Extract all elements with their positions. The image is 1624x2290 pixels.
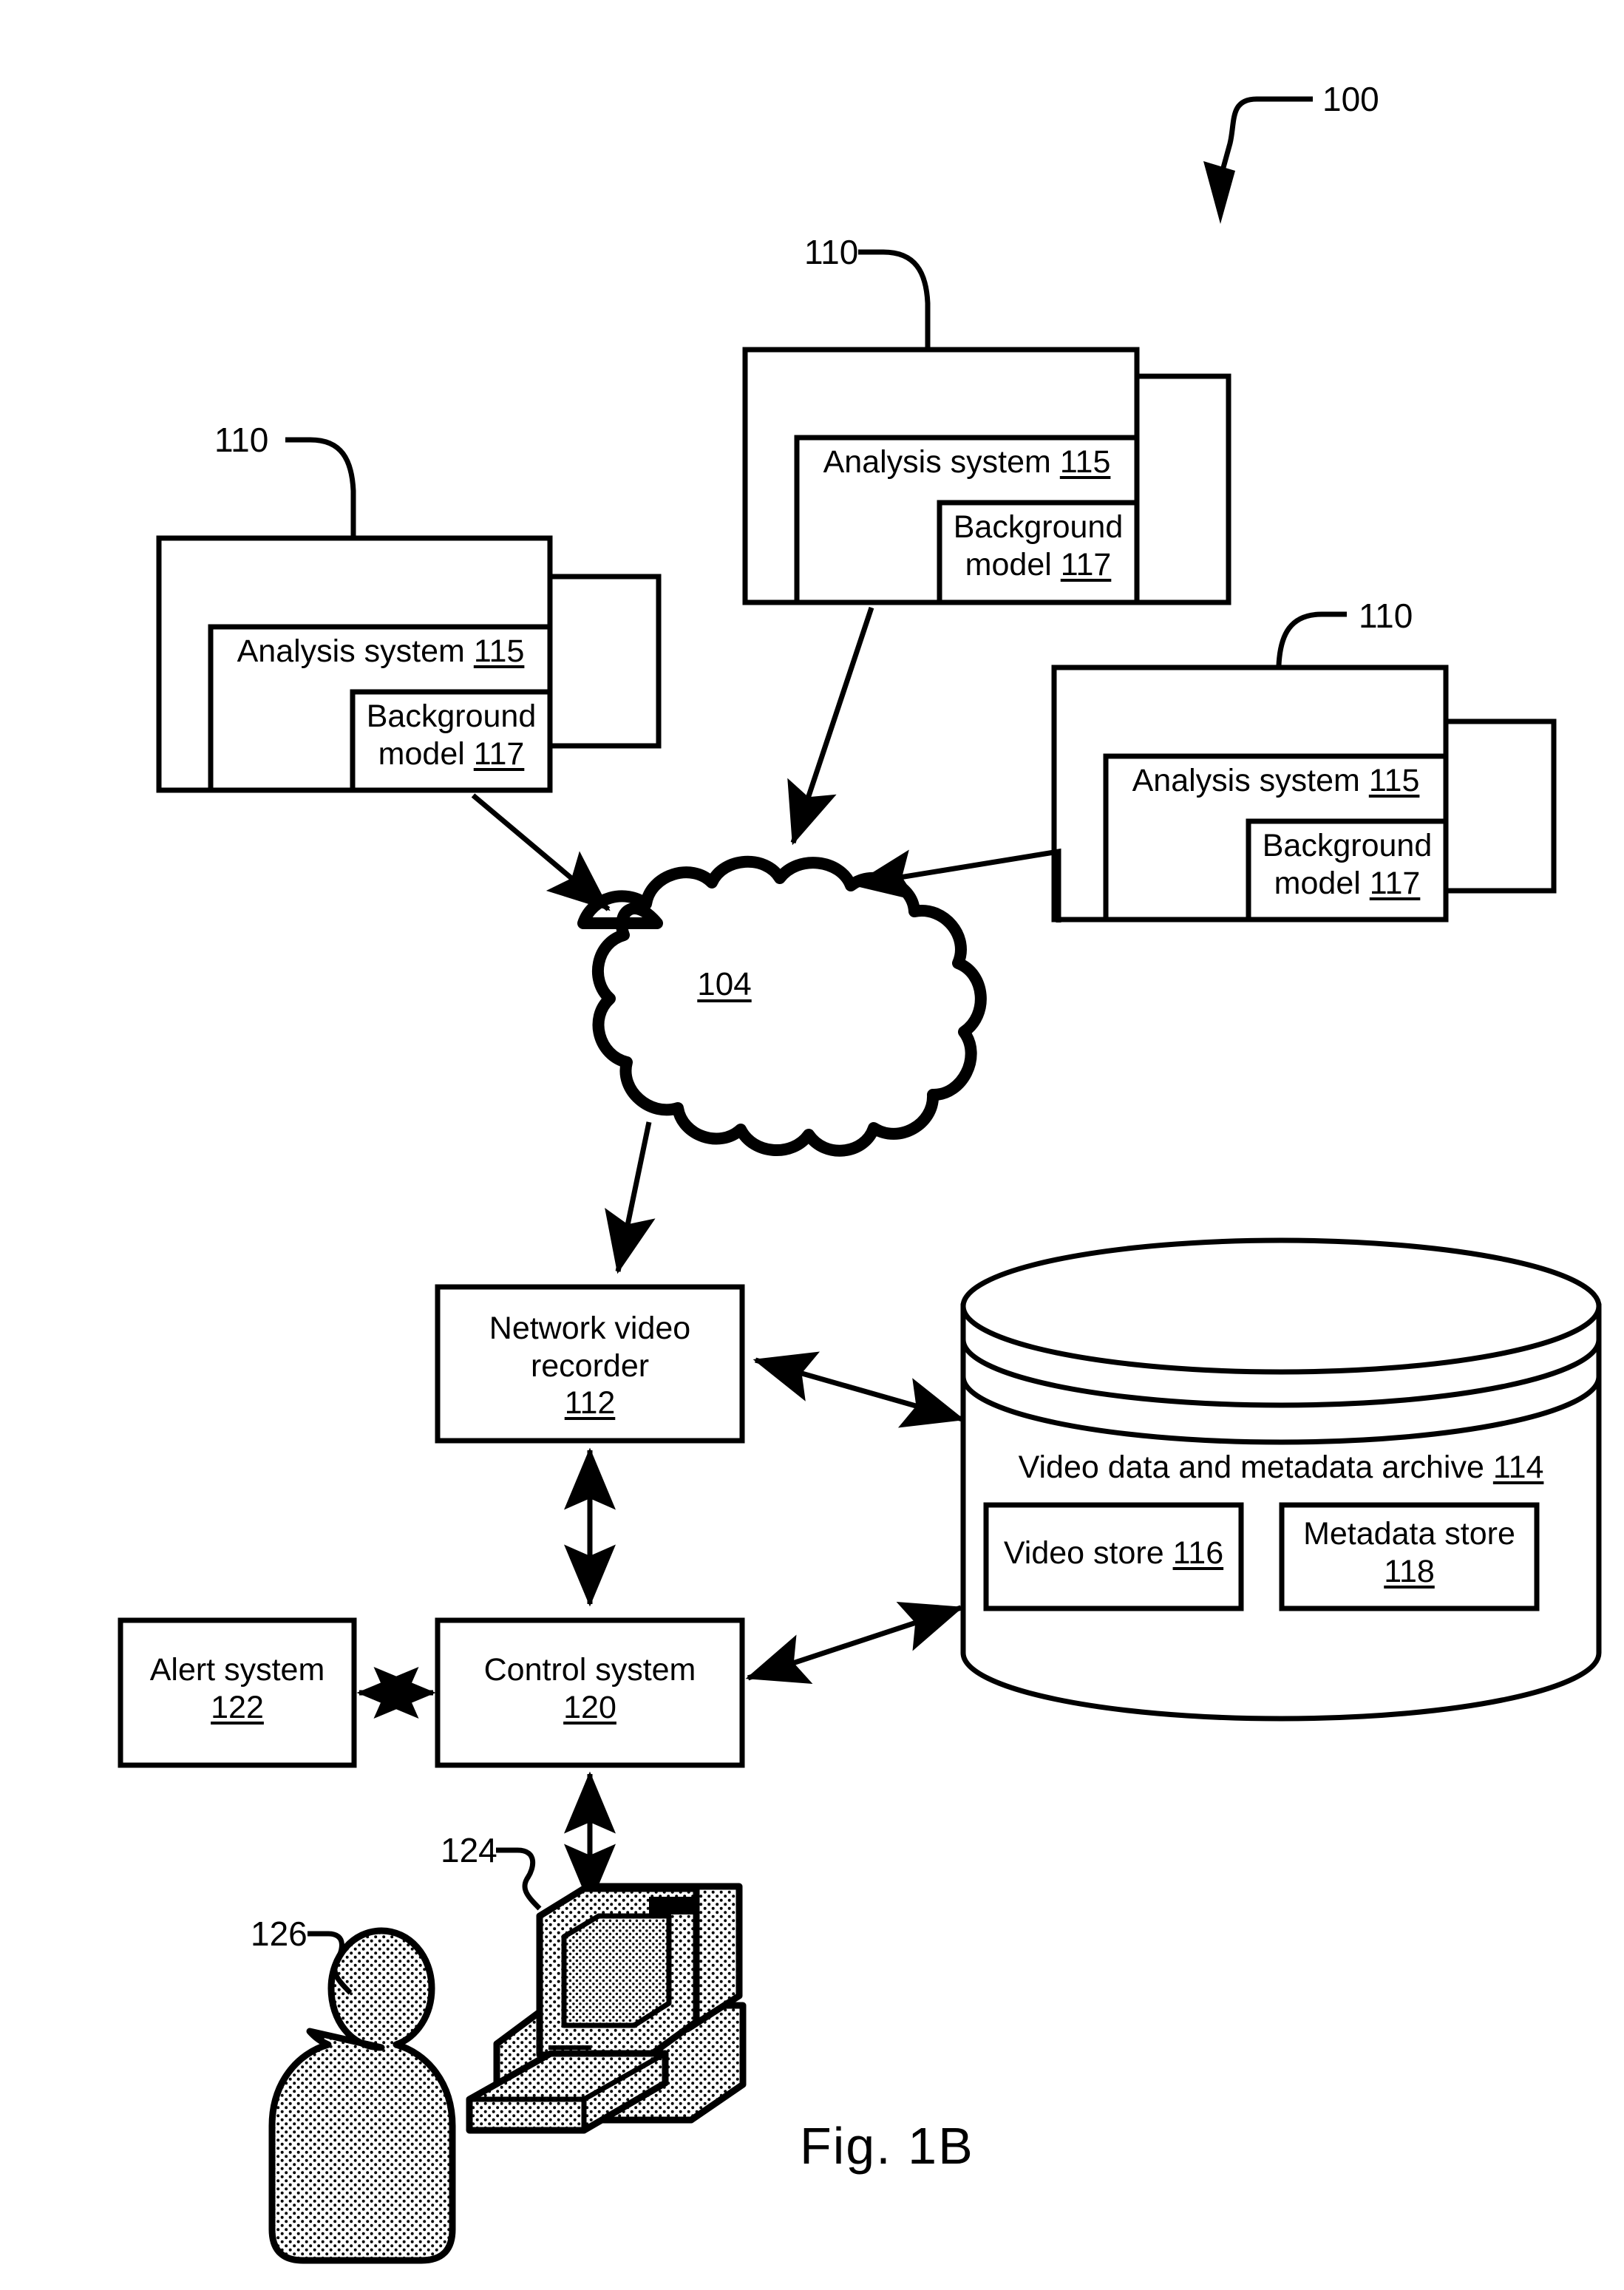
bg-model-left-ref: 117 [473,735,525,772]
control-system-ref: 120 [563,1689,616,1725]
bg-model-top-line2: model [965,546,1052,582]
network-video-recorder-label: Network video recorder 112 [438,1310,742,1422]
nvr-ref: 112 [564,1385,616,1421]
nvr-line2: recorder [530,1348,650,1384]
bg-model-right-line2: model [1274,865,1361,901]
metadata-store-text: Metadata store [1303,1516,1515,1552]
figure-caption: Fig. 1B [800,2117,974,2175]
archive-title-text: Video data and metadata archive [1018,1450,1484,1485]
arrow-top-analysis-to-cloud [787,606,874,846]
ref-label-110-top: 110 [804,233,859,271]
analysis-left-title-text: Analysis system [237,633,465,669]
nvr-line1: Network video [489,1311,691,1346]
workstation-icon [466,1883,747,2134]
analysis-system-left-title: Analysis system 115 [221,633,540,670]
control-system-label: Control system 120 [438,1651,742,1726]
network-cloud-ref: 104 [697,966,752,1002]
control-system-text: Control system [483,1652,696,1688]
leader-124 [496,1847,542,1911]
bg-model-left-line1: Background [366,699,537,734]
ref-label-110-left: 110 [214,421,269,459]
analysis-left-ref: 115 [473,633,525,669]
alert-system-text: Alert system [149,1652,325,1688]
bg-model-left-line2: model [378,735,465,772]
bg-model-right-ref: 117 [1369,865,1421,901]
ref-label-100: 100 [1322,80,1379,118]
background-model-left: Background model 117 [353,698,550,772]
background-model-top: Background model 117 [940,509,1137,583]
arrow-left-analysis-to-cloud [471,793,611,911]
arrow-nvr-archive [752,1351,965,1428]
ref-label-126: 126 [251,1914,308,1953]
background-model-right: Background model 117 [1248,827,1446,902]
bg-model-top-line1: Background [953,509,1124,545]
bg-model-right-line1: Background [1262,828,1433,863]
analysis-system-top-title: Analysis system 115 [807,444,1127,481]
video-store-ref: 116 [1172,1535,1224,1571]
network-cloud [577,855,987,1157]
metadata-store-ref: 118 [1384,1553,1435,1589]
bg-model-top-ref: 117 [1060,546,1112,582]
leader-100 [1203,96,1313,224]
analysis-top-title-text: Analysis system [823,444,1051,480]
arrow-control-archive [745,1601,964,1685]
analysis-right-ref: 115 [1368,763,1420,798]
ref-label-124: 124 [441,1831,497,1869]
analysis-top-ref: 115 [1059,444,1111,480]
operator-icon [268,1927,456,2264]
analysis-system-right-title: Analysis system 115 [1116,762,1436,800]
video-store-text: Video store [1003,1535,1164,1571]
arrow-cloud-to-nvr [605,1121,656,1274]
figure-vector-layer [118,96,1602,2264]
ref-label-110-right: 110 [1359,597,1413,635]
alert-system-label: Alert system 122 [113,1651,361,1726]
alert-system-ref: 122 [211,1689,264,1725]
patent-figure-1b: 100 110 Analysis system 115 Background mo… [0,0,1624,2290]
archive-ref: 114 [1492,1450,1544,1485]
archive-title: Video data and metadata archive 114 [971,1449,1591,1487]
video-store-label: Video store 116 [986,1535,1241,1572]
analysis-right-title-text: Analysis system [1132,763,1360,798]
metadata-store-label: Metadata store 118 [1278,1515,1540,1590]
